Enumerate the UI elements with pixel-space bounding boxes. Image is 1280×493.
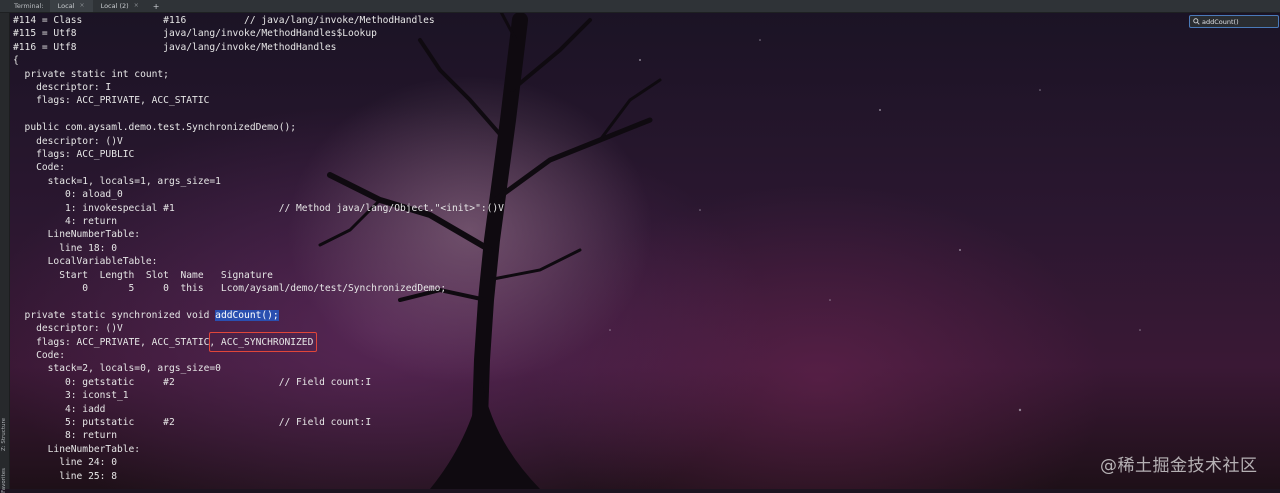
terminal-line: LocalVariableTable: — [13, 256, 158, 268]
terminal-line: 4: return — [13, 216, 117, 227]
terminal-line: Code: — [13, 350, 65, 361]
tab-local[interactable]: Local × — [49, 0, 93, 12]
acc-synchronized-annotation-box — [209, 332, 317, 352]
tab-label: Local (2) — [100, 2, 129, 10]
find-input-value: addCount() — [1202, 17, 1239, 26]
terminal-line: line 25: 8 — [13, 470, 117, 482]
tool-window-gutter: Z: Structure Favorites — [0, 13, 10, 493]
terminal-line: 3: iconst_1 — [13, 390, 129, 402]
method-signature-prefix: private static synchronized void — [13, 309, 216, 321]
terminal-line: line 24: 0 — [13, 457, 117, 469]
terminal-tab-bar: Terminal: Local × Local (2) × + — [0, 0, 1280, 13]
terminal-line: 0: aload_0 — [13, 189, 123, 201]
terminal-line: Start Length Slot Name Signature — [13, 269, 273, 281]
close-icon[interactable]: × — [134, 0, 139, 12]
watermark: @稀土掘金技术社区 — [1100, 456, 1258, 476]
terminal-line: stack=1, locals=1, args_size=1 — [13, 175, 221, 187]
terminal-line: descriptor: I — [13, 82, 112, 93]
terminal-line: LineNumberTable: — [13, 443, 141, 455]
tab-label: Local — [57, 2, 75, 10]
terminal-line: descriptor: ()V — [13, 135, 123, 147]
search-match-highlight: addCount(); — [215, 309, 279, 321]
method-signature-line: private static synchronized void addCoun… — [13, 309, 279, 322]
favorites-tool-tab[interactable]: Favorites — [1, 468, 7, 493]
terminal-line: line 18: 0 — [13, 242, 117, 254]
terminal-line: stack=2, locals=0, args_size=0 — [13, 363, 221, 375]
terminal-line: flags: ACC_PRIVATE, ACC_STATIC — [13, 95, 210, 107]
terminal-line: 0: getstatic #2 // Field count:I — [13, 376, 372, 388]
terminal-line: 4: iadd — [13, 403, 106, 415]
find-in-terminal-field[interactable]: addCount() — [1189, 15, 1279, 28]
close-icon[interactable]: × — [80, 0, 85, 12]
terminal-line: #115 = Utf8 java/lang/invoke/MethodHandl… — [13, 28, 377, 40]
terminal-line: { — [13, 55, 19, 67]
terminal-line: #114 = Class #116 // java/lang/invoke/Me… — [13, 15, 435, 26]
terminal-line: LineNumberTable: — [13, 229, 141, 241]
terminal-line: descriptor: ()V — [13, 323, 123, 335]
terminal-line: private static int count; — [13, 68, 169, 80]
add-tab-button[interactable]: + — [147, 2, 166, 11]
terminal-line: #116 = Utf8 java/lang/invoke/MethodHandl… — [13, 41, 337, 53]
structure-tool-tab[interactable]: Z: Structure — [1, 418, 7, 451]
terminal-line: Code: — [13, 162, 65, 174]
terminal-line: 5: putstatic #2 // Field count:I — [13, 417, 372, 428]
terminal-line: 1: invokespecial #1 // Method java/lang/… — [13, 202, 504, 214]
terminal-label: Terminal: — [14, 2, 44, 10]
terminal-line: 0 5 0 this Lcom/aysaml/demo/test/Synchro… — [13, 283, 447, 294]
terminal-line: public com.aysaml.demo.test.Synchronized… — [13, 122, 297, 134]
terminal-line: flags: ACC_PUBLIC — [13, 149, 135, 160]
tab-local-2[interactable]: Local (2) × — [93, 0, 147, 12]
terminal-line: 8: return — [13, 430, 117, 442]
search-icon — [1193, 18, 1200, 25]
